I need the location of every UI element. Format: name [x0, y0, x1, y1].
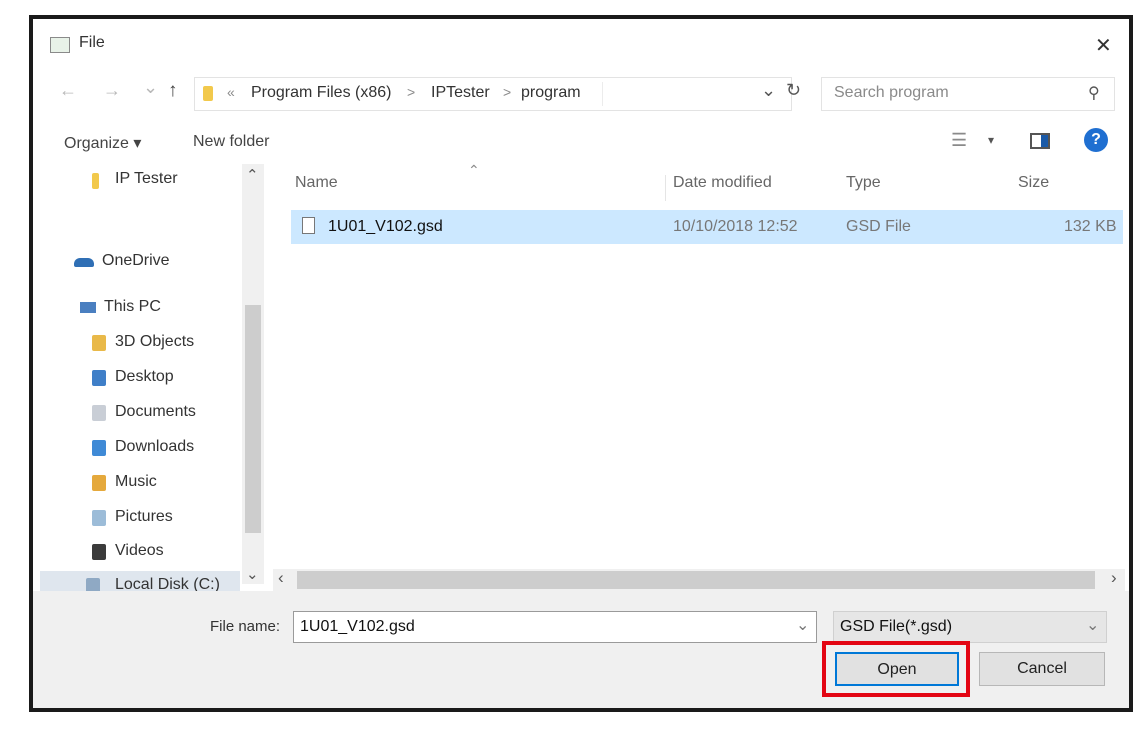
sidebar-item-label: IP Tester: [115, 170, 178, 187]
address-divider: [602, 82, 603, 106]
refresh-icon[interactable]: ↻: [786, 80, 801, 101]
folder-icon: [203, 86, 213, 101]
search-input[interactable]: Search program: [834, 84, 949, 102]
documents-icon: [92, 405, 106, 421]
file-type-cell: GSD File: [846, 218, 911, 235]
new-folder-button[interactable]: New folder: [193, 133, 269, 151]
file-name-field[interactable]: 1U01_V102.gsd ⌄: [293, 611, 817, 643]
pictures-icon: [92, 510, 106, 526]
sidebar-item-label: Downloads: [115, 438, 195, 455]
back-arrow-icon[interactable]: ←: [59, 80, 77, 101]
preview-pane-fill: [1041, 135, 1048, 147]
preview-pane-icon[interactable]: [1030, 133, 1050, 149]
view-options-icon[interactable]: ☰: [951, 130, 967, 151]
file-type-select[interactable]: GSD File(*.gsd) ⌄: [833, 611, 1107, 643]
computer-icon: [80, 302, 96, 313]
forward-arrow-icon[interactable]: →: [103, 80, 121, 101]
up-arrow-icon[interactable]: ↑: [168, 80, 178, 102]
file-name-cell: 1U01_V102.gsd: [328, 218, 443, 235]
help-icon[interactable]: ?: [1084, 128, 1108, 152]
sidebar-item-label: 3D Objects: [115, 333, 195, 350]
sidebar-scroll-up-icon[interactable]: ⌃: [246, 166, 259, 184]
address-bar[interactable]: « Program Files (x86) > IPTester > progr…: [194, 77, 792, 111]
close-icon[interactable]: ✕: [1095, 33, 1112, 58]
file-size-cell: 132 KB: [1064, 218, 1117, 235]
file-name-dropdown-icon[interactable]: ⌄: [796, 615, 809, 635]
sidebar-scroll-down-icon[interactable]: ⌄: [246, 565, 259, 583]
videos-icon: [92, 544, 106, 560]
sidebar-item-label: Pictures: [115, 508, 173, 525]
column-separator[interactable]: [665, 175, 666, 201]
search-box[interactable]: Search program ⚲: [821, 77, 1115, 111]
file-icon: [302, 217, 315, 234]
address-dropdown-icon[interactable]: ⌄: [761, 80, 776, 101]
sort-indicator-icon: ⌃: [468, 162, 480, 178]
downloads-icon: [92, 440, 106, 456]
window-title: File: [79, 34, 105, 51]
sidebar-item-label: Videos: [115, 542, 164, 559]
cancel-button[interactable]: Cancel: [979, 652, 1105, 686]
organize-button[interactable]: Organize ▾: [64, 133, 141, 153]
search-icon[interactable]: ⚲: [1088, 83, 1100, 103]
file-type-dropdown-icon[interactable]: ⌄: [1086, 615, 1099, 635]
app-icon: [50, 37, 70, 53]
3d-objects-icon: [92, 335, 106, 351]
cloud-icon: [74, 258, 94, 267]
table-row[interactable]: 1U01_V102.gsd 10/10/2018 12:52 GSD File …: [291, 210, 1123, 244]
scroll-right-icon[interactable]: ›: [1111, 568, 1117, 588]
column-header-name[interactable]: Name: [295, 174, 338, 192]
file-dialog: File ✕ ← → ⌄ ↑ « Program Files (x86) > I…: [33, 19, 1129, 708]
open-button[interactable]: Open: [835, 652, 959, 686]
sidebar-scroll-thumb[interactable]: [245, 305, 261, 533]
breadcrumb-item-program[interactable]: program: [521, 84, 581, 102]
folder-icon: [92, 173, 99, 189]
column-header-size[interactable]: Size: [1018, 174, 1049, 192]
column-header-date-modified[interactable]: Date modified: [673, 174, 772, 192]
breadcrumb-item-program-files[interactable]: Program Files (x86): [251, 84, 391, 102]
file-date-cell: 10/10/2018 12:52: [673, 218, 798, 235]
breadcrumb-separator[interactable]: >: [407, 84, 415, 100]
breadcrumb-item-iptester[interactable]: IPTester: [431, 84, 490, 102]
file-name-label: File name:: [210, 618, 281, 635]
sidebar-item-label: Music: [115, 473, 157, 490]
sidebar-item-label: Documents: [115, 403, 196, 420]
scroll-left-icon[interactable]: ‹: [278, 568, 284, 588]
view-dropdown-icon[interactable]: ▾: [988, 133, 994, 147]
breadcrumb-separator[interactable]: >: [503, 84, 511, 100]
music-icon: [92, 475, 106, 491]
column-header-type[interactable]: Type: [846, 174, 881, 192]
sidebar-item-label: OneDrive: [102, 252, 170, 269]
sidebar-item-label: This PC: [104, 298, 161, 315]
sidebar-item-label: Desktop: [115, 368, 174, 385]
recent-locations-icon[interactable]: ⌄: [143, 77, 158, 98]
breadcrumb-overflow-icon[interactable]: «: [227, 84, 235, 100]
horizontal-scroll-thumb[interactable]: [297, 571, 1095, 589]
file-type-value[interactable]: GSD File(*.gsd): [840, 618, 952, 636]
file-name-value[interactable]: 1U01_V102.gsd: [300, 618, 415, 636]
desktop-icon: [92, 370, 106, 386]
